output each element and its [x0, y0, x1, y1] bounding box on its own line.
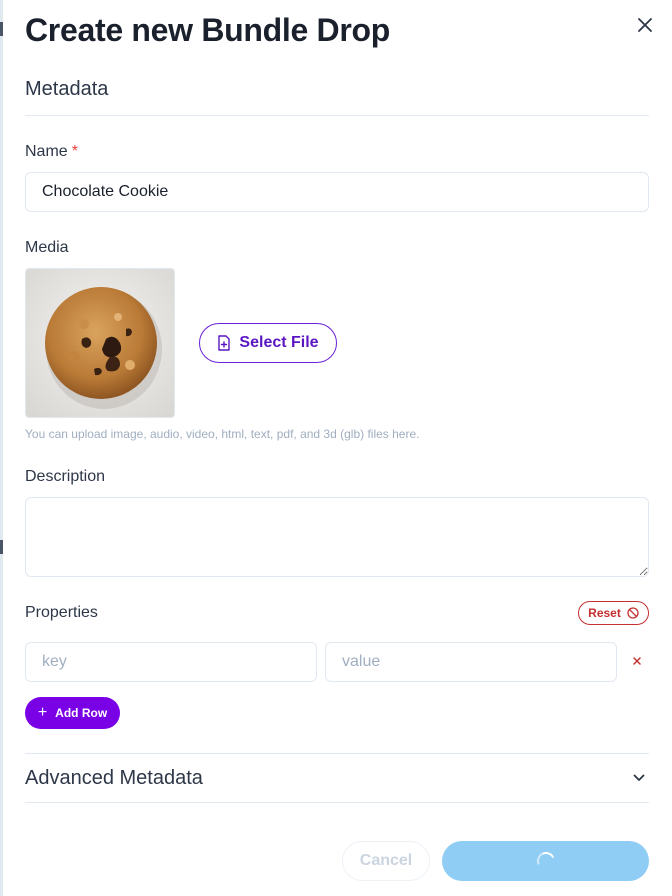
reset-button[interactable]: Reset — [578, 601, 649, 625]
close-button[interactable] — [632, 12, 658, 38]
metadata-divider — [25, 115, 649, 116]
metadata-section-title: Metadata — [25, 78, 109, 100]
add-row-button[interactable]: + Add Row — [25, 697, 120, 729]
select-file-button[interactable]: Select File — [199, 323, 337, 363]
cancel-button[interactable]: Cancel — [342, 841, 430, 881]
add-row-label: Add Row — [55, 706, 108, 720]
media-hint: You can upload image, audio, video, html… — [25, 427, 420, 441]
create-bundle-drop-modal: Create new Bundle Drop Metadata Name* Me… — [0, 0, 672, 896]
cancel-label: Cancel — [359, 852, 413, 869]
name-input[interactable] — [25, 172, 649, 212]
media-thumbnail — [25, 268, 175, 418]
modal-title: Create new Bundle Drop — [25, 12, 391, 48]
property-key-input[interactable] — [25, 642, 317, 682]
select-file-label: Select File — [239, 334, 319, 351]
remove-row-button[interactable] — [628, 651, 646, 671]
property-value-input[interactable] — [325, 642, 617, 682]
close-icon — [638, 18, 652, 32]
submit-button[interactable] — [442, 841, 649, 881]
loading-spinner-icon — [533, 849, 558, 873]
properties-label: Properties — [25, 604, 98, 621]
ban-icon — [627, 607, 639, 619]
file-plus-icon — [218, 335, 231, 351]
advanced-metadata-label: Advanced Metadata — [25, 766, 203, 789]
description-textarea[interactable] — [25, 497, 649, 577]
advanced-bottom-divider — [25, 802, 649, 803]
cookie-image — [26, 269, 174, 417]
description-label: Description — [25, 468, 106, 485]
reset-label: Reset — [588, 606, 621, 620]
name-label: Name * — [25, 143, 78, 161]
media-label: Media — [25, 239, 69, 256]
name-label-text: Name — [25, 143, 68, 160]
remove-x-icon — [633, 657, 641, 665]
plus-icon: + — [37, 704, 48, 721]
chevron-down-icon — [633, 774, 645, 781]
required-mark: * — [71, 143, 78, 160]
advanced-metadata-toggle[interactable]: Advanced Metadata — [25, 754, 649, 802]
